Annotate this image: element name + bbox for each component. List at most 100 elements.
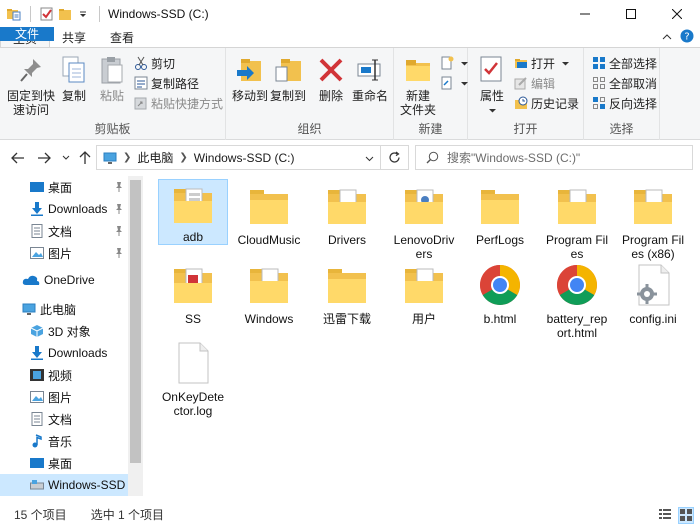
new-item-icon [440,56,454,70]
copy-path-button[interactable]: 复制路径 [134,74,199,92]
sidebar-item-videos[interactable]: 视频 [0,364,128,386]
address-bar[interactable]: ❯ 此电脑 ❯ Windows-SSD (C:) [96,145,381,170]
file-item-lenovodrivers[interactable]: LenovoDrivers [389,179,459,261]
scissors-icon [134,56,148,70]
pin-icon[interactable] [114,181,124,193]
sidebar-item-pictures[interactable]: 图片 [0,386,128,408]
search-box[interactable]: 搜索"Windows-SSD (C:)" [415,145,693,170]
ribbon-tools: ? [662,29,694,46]
navpane-scrollbar[interactable] [128,176,143,496]
address-history-chevron-icon[interactable] [365,154,374,163]
help-icon[interactable]: ? [680,29,694,46]
move-to-button[interactable]: 移动到 [230,54,270,103]
pin-icon[interactable] [114,247,124,259]
back-arrow-icon[interactable] [10,150,26,166]
pin-quick-access-button[interactable]: 固定到快 速访问 [6,54,56,117]
up-arrow-icon[interactable] [77,150,93,166]
history-button[interactable]: 历史记录 [514,94,579,112]
file-item-onkeydetector-log[interactable]: OnKeyDetector.log [158,336,228,418]
invert-selection-button[interactable]: 反向选择 [592,94,657,112]
sidebar-item-desktop-pinned[interactable]: 桌面 [0,176,128,198]
file-name: b.html [483,312,517,326]
paste-shortcut-icon [134,96,148,110]
rename-button[interactable]: 重命名 [350,54,390,103]
properties-button[interactable]: 属性 [474,54,510,117]
sidebar-item-documents[interactable]: 文档 [0,408,128,430]
edit-button[interactable]: 编辑 [514,74,555,92]
scrollbar-thumb[interactable] [130,180,141,463]
sidebar-item-downloads-pinned[interactable]: Downloads [0,198,128,220]
sidebar-item-desktop[interactable]: 桌面 [0,452,128,474]
file-name: adb [182,230,204,244]
pin-icon[interactable] [114,203,124,215]
sidebar-item-this-pc[interactable]: 此电脑 [0,298,128,320]
open-button[interactable]: 打开 [514,54,572,72]
folder-properties-icon[interactable] [6,6,22,22]
easy-access-icon [440,76,454,90]
file-item-config-ini[interactable]: config.ini [618,258,688,326]
search-placeholder: 搜索"Windows-SSD (C:)" [447,151,581,165]
new-folder-icon[interactable] [57,6,73,22]
new-item-button[interactable] [440,54,471,72]
large-icons-view-icon[interactable] [678,507,694,524]
minimize-button[interactable] [562,0,608,27]
file-item-cloudmusic[interactable]: CloudMusic [234,179,304,247]
sidebar-item-music[interactable]: 音乐 [0,430,128,452]
sidebar-item-onedrive[interactable]: OneDrive [0,269,128,291]
file-item-windows[interactable]: Windows [234,258,304,326]
select-none-button[interactable]: 全部取消 [592,74,657,92]
properties-chevron-icon[interactable] [488,103,496,117]
tab-file[interactable]: 文件 [0,27,54,41]
file-item-ss[interactable]: SS [158,258,228,326]
select-all-button[interactable]: 全部选择 [592,54,657,72]
sidebar-item-label: 图片 [48,246,73,261]
breadcrumb-drive[interactable]: Windows-SSD (C:) [194,151,295,165]
customize-chevron-icon[interactable] [75,6,91,22]
new-folder-button[interactable]: 新建 文件夹 [398,54,438,117]
sidebar-item-label: 音乐 [48,434,73,449]
file-item-program-files[interactable]: Program Files [542,179,612,261]
sidebar-item-documents-pinned[interactable]: 文档 [0,220,128,242]
tab-share[interactable]: 共享 [50,27,98,48]
easy-access-button[interactable] [440,74,471,92]
pictures-icon [30,246,44,260]
file-item-users[interactable]: 用户 [389,258,459,326]
rename-label: 重命名 [351,89,388,103]
sidebar-item-windows-ssd[interactable]: Windows-SSD ( [0,474,128,496]
pin-icon[interactable] [114,225,124,237]
delete-x-icon [315,54,347,86]
copy-button[interactable]: 复制 [58,54,90,103]
collapse-ribbon-icon[interactable] [662,31,672,45]
paste-shortcut-button[interactable]: 粘贴快捷方式 [134,94,223,112]
ini-gear-icon [629,261,677,309]
sidebar-item-pictures-pinned[interactable]: 图片 [0,242,128,264]
copy-to-button[interactable]: 复制到 [268,54,308,103]
refresh-icon [389,151,400,163]
checkmark-icon[interactable] [39,6,55,22]
breadcrumb-this-pc[interactable]: 此电脑 [137,149,173,166]
tab-view[interactable]: 查看 [98,27,146,48]
file-item-program-files-x86[interactable]: Program Files (x86) [618,179,688,261]
cut-button[interactable]: 剪切 [134,54,175,72]
properties-icon [476,54,508,86]
file-item-adb[interactable]: adb [158,179,228,245]
file-item-perflogs[interactable]: PerfLogs [465,179,535,247]
copy-icon [58,54,90,86]
file-item-drivers[interactable]: Drivers [312,179,382,247]
paste-button[interactable]: 粘贴 [96,54,128,103]
delete-button[interactable]: 删除 [316,54,346,103]
documents-icon [30,224,44,238]
file-item-xunlei-downloads[interactable]: 迅雷下载 [312,258,382,326]
ribbon: 固定到快 速访问 复制 粘贴 剪切 复制路径 粘贴快捷方式 剪贴板 移动到 复制… [0,47,700,140]
recent-locations-chevron-icon[interactable] [58,150,74,166]
chrome-icon [553,261,601,309]
details-view-icon[interactable] [658,507,672,524]
file-item-battery-report[interactable]: battery_report.html [542,258,612,340]
close-button[interactable] [654,0,700,27]
forward-arrow-icon[interactable] [36,150,52,166]
maximize-button[interactable] [608,0,654,27]
sidebar-item-downloads[interactable]: Downloads [0,342,128,364]
sidebar-item-3d-objects[interactable]: 3D 对象 [0,320,128,342]
refresh-button[interactable] [381,145,409,170]
file-item-b-html[interactable]: b.html [465,258,535,326]
